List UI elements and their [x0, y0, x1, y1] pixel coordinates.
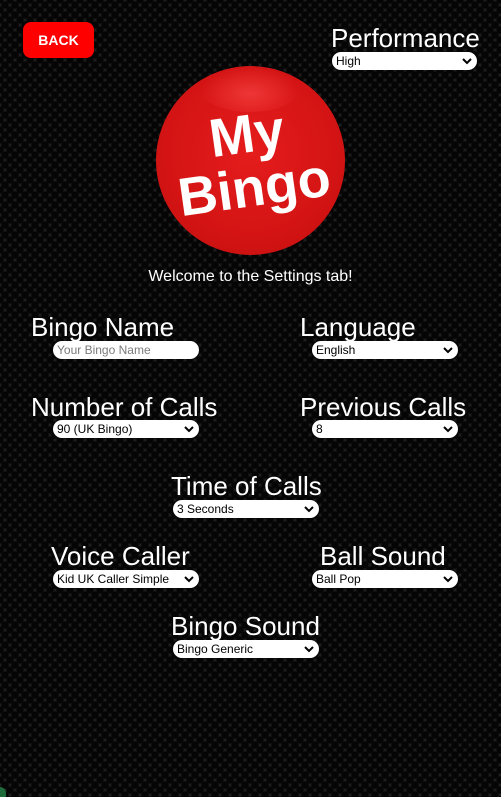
- chevron-down-icon: [441, 341, 455, 359]
- time-of-calls-value: 3 Seconds: [177, 502, 234, 516]
- bingo-name-input[interactable]: [53, 341, 199, 359]
- chevron-down-icon: [302, 640, 316, 658]
- bingo-name-label: Bingo Name: [31, 312, 175, 342]
- chevron-down-icon: [182, 570, 196, 588]
- performance-value: High: [336, 54, 361, 68]
- chevron-down-icon: [302, 500, 316, 518]
- time-of-calls-select[interactable]: 3 Seconds: [173, 500, 319, 518]
- performance-label: Performance: [331, 23, 480, 53]
- logo-line2: Bingo: [174, 146, 335, 228]
- number-of-calls-label: Number of Calls: [31, 392, 218, 422]
- voice-caller-value: Kid UK Caller Simple: [57, 572, 170, 586]
- chevron-down-icon: [441, 570, 455, 588]
- performance-select[interactable]: High: [332, 52, 477, 70]
- welcome-text: Welcome to the Settings tab!: [148, 268, 353, 285]
- number-of-calls-select[interactable]: 90 (UK Bingo): [53, 420, 199, 438]
- corner-indicator: [0, 787, 6, 797]
- chevron-down-icon: [182, 420, 196, 438]
- time-of-calls-label: Time of Calls: [171, 471, 322, 501]
- my-bingo-logo: My Bingo: [156, 66, 345, 255]
- bingo-sound-label: Bingo Sound: [171, 611, 320, 641]
- language-label: Language: [300, 312, 416, 342]
- chevron-down-icon: [460, 52, 474, 70]
- previous-calls-label: Previous Calls: [300, 392, 467, 422]
- bingo-sound-select[interactable]: Bingo Generic: [173, 640, 319, 658]
- ball-sound-value: Ball Pop: [316, 572, 361, 586]
- back-button[interactable]: BACK: [23, 22, 94, 58]
- previous-calls-select[interactable]: 8: [312, 420, 458, 438]
- previous-calls-value: 8: [316, 422, 323, 436]
- number-of-calls-value: 90 (UK Bingo): [57, 422, 133, 436]
- bingo-sound-value: Bingo Generic: [177, 642, 254, 656]
- ball-sound-label: Ball Sound: [320, 541, 446, 571]
- voice-caller-label: Voice Caller: [51, 541, 190, 571]
- ball-sound-select[interactable]: Ball Pop: [312, 570, 458, 588]
- chevron-down-icon: [441, 420, 455, 438]
- language-value: English: [316, 343, 356, 357]
- voice-caller-select[interactable]: Kid UK Caller Simple: [53, 570, 199, 588]
- language-select[interactable]: English: [312, 341, 458, 359]
